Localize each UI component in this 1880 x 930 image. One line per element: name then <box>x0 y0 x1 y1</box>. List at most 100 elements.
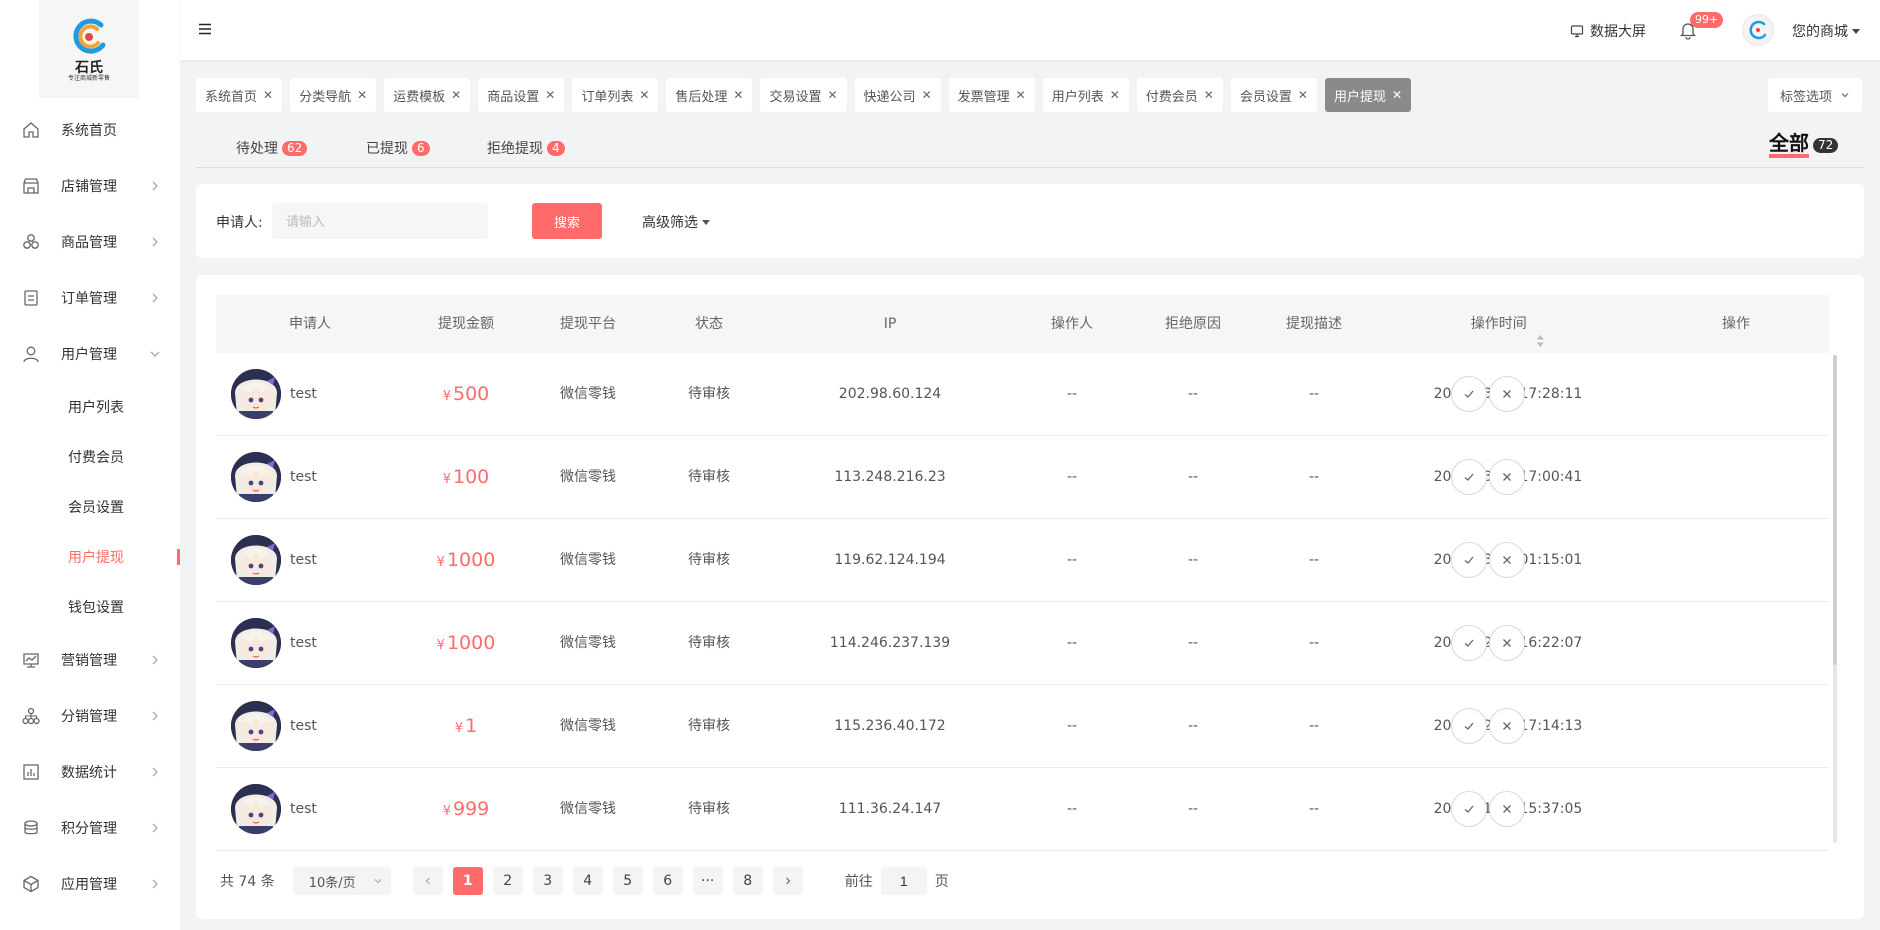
check-icon <box>1463 554 1475 566</box>
cell-platform: 微信零钱 <box>560 718 616 734</box>
sidebar-item-distribution[interactable]: 分销管理 <box>0 688 180 744</box>
sidebar-item-points[interactable]: 积分管理 <box>0 800 180 856</box>
tab-tag[interactable]: 会员设置 ✕ <box>1230 78 1317 112</box>
table-row: test¥100微信零钱待审核113.248.216.23------2025-… <box>216 436 1829 519</box>
tab-tag[interactable]: 系统首页 ✕ <box>196 78 283 112</box>
close-icon <box>1501 637 1513 649</box>
sidebar-item-label: 用户管理 <box>61 347 117 363</box>
page-size-select[interactable]: 10条/页 <box>292 867 391 895</box>
search-button[interactable]: 搜索 <box>532 203 602 239</box>
avatar[interactable] <box>1742 14 1774 46</box>
page-button[interactable]: 4 <box>572 867 603 895</box>
reject-button[interactable] <box>1489 376 1525 412</box>
sidebar-item-users[interactable]: 用户管理 <box>0 326 180 382</box>
prev-page-button[interactable] <box>412 867 443 895</box>
approve-button[interactable] <box>1451 708 1487 744</box>
advanced-filter-toggle[interactable]: 高级筛选 <box>642 212 711 232</box>
close-icon[interactable]: ✕ <box>545 88 555 102</box>
chevron-right-icon <box>148 765 162 779</box>
close-icon[interactable]: ✕ <box>1392 88 1402 102</box>
cell-platform: 微信零钱 <box>560 469 616 485</box>
sidebar-subitem-user-list[interactable]: 用户列表 <box>0 382 180 432</box>
page-button[interactable]: 6 <box>652 867 683 895</box>
close-icon[interactable]: ✕ <box>1110 88 1120 102</box>
tab-all[interactable]: 全部 72 <box>1769 132 1839 158</box>
sidebar-item-stats[interactable]: 数据统计 <box>0 744 180 800</box>
cell-reject-reason: -- <box>1187 469 1199 485</box>
tab-tag[interactable]: 交易设置 ✕ <box>760 78 847 112</box>
close-icon[interactable]: ✕ <box>733 88 743 102</box>
tab-tag[interactable]: 分类导航 ✕ <box>290 78 377 112</box>
menu-toggle-icon[interactable] <box>198 22 212 36</box>
sort-icon[interactable] <box>1536 315 1545 347</box>
sidebar-item-store[interactable]: 店铺管理 <box>0 158 180 214</box>
page-button[interactable]: 2 <box>492 867 523 895</box>
reject-button[interactable] <box>1489 625 1525 661</box>
sidebar-item-marketing[interactable]: 营销管理 <box>0 632 180 688</box>
tab-tag[interactable]: 发票管理 ✕ <box>948 78 1035 112</box>
tag-options-button[interactable]: 标签选项 <box>1768 78 1862 112</box>
sidebar-item-label: 数据统计 <box>61 765 117 781</box>
approve-button[interactable] <box>1451 625 1487 661</box>
currency-symbol: ¥ <box>442 472 452 487</box>
sidebar-item-apps[interactable]: 应用管理 <box>0 856 180 912</box>
page-button[interactable]: 3 <box>532 867 563 895</box>
close-icon[interactable]: ✕ <box>922 88 932 102</box>
tab-tag[interactable]: 运费模板 ✕ <box>384 78 471 112</box>
sidebar-subitem-paid-members[interactable]: 付费会员 <box>0 432 180 482</box>
tab-tag[interactable]: 订单列表 ✕ <box>572 78 659 112</box>
goto-page-input[interactable] <box>880 867 927 895</box>
close-icon[interactable]: ✕ <box>639 88 649 102</box>
tab-tag[interactable]: 售后处理 ✕ <box>666 78 753 112</box>
reject-button[interactable] <box>1489 708 1525 744</box>
close-icon[interactable]: ✕ <box>827 88 837 102</box>
table-scrollbar[interactable] <box>1833 355 1837 843</box>
reject-button[interactable] <box>1489 542 1525 578</box>
close-icon[interactable]: ✕ <box>451 88 461 102</box>
cell-amount: ¥1 <box>455 685 477 768</box>
approve-button[interactable] <box>1451 542 1487 578</box>
tag-label: 运费模板 <box>393 89 446 105</box>
tab-rejected[interactable]: 拒绝提现 4 <box>487 138 565 158</box>
close-icon[interactable]: ✕ <box>1016 88 1026 102</box>
approve-button[interactable] <box>1451 791 1487 827</box>
tab-pending[interactable]: 待处理 62 <box>236 138 308 158</box>
sidebar-subitem-user-withdraw[interactable]: 用户提现 <box>0 532 180 582</box>
sidebar-subitem-member-settings[interactable]: 会员设置 <box>0 482 180 532</box>
scroll-thumb[interactable] <box>1833 355 1837 665</box>
col-operation-time[interactable]: 操作时间 <box>1471 295 1545 353</box>
page-ellipsis[interactable]: ··· <box>692 867 723 895</box>
cell-applicant: test <box>290 469 317 485</box>
store-menu[interactable]: 您的商城 <box>1792 21 1861 41</box>
user-icon <box>20 343 42 365</box>
close-icon[interactable]: ✕ <box>1298 88 1308 102</box>
page-button[interactable]: 1 <box>452 867 483 895</box>
close-icon[interactable]: ✕ <box>357 88 367 102</box>
page-button[interactable]: 8 <box>732 867 763 895</box>
sidebar-item-orders[interactable]: 订单管理 <box>0 270 180 326</box>
logo[interactable]: 石氏 专注商城新零售 <box>39 0 139 98</box>
approve-button[interactable] <box>1451 459 1487 495</box>
reject-button[interactable] <box>1489 791 1525 827</box>
tab-tag[interactable]: 用户提现 ✕ <box>1324 78 1412 112</box>
cell-ip: 111.36.24.147 <box>838 801 942 817</box>
check-icon <box>1463 471 1475 483</box>
sidebar-item-home[interactable]: 系统首页 <box>0 102 180 158</box>
close-icon[interactable]: ✕ <box>263 88 273 102</box>
approve-button[interactable] <box>1451 376 1487 412</box>
sidebar-item-goods[interactable]: 商品管理 <box>0 214 180 270</box>
tab-tag[interactable]: 快递公司 ✕ <box>854 78 941 112</box>
reject-button[interactable] <box>1489 459 1525 495</box>
tab-tag[interactable]: 用户列表 ✕ <box>1042 78 1129 112</box>
applicant-search-input[interactable] <box>272 203 488 239</box>
distribution-icon <box>20 705 42 727</box>
tab-tag[interactable]: 付费会员 ✕ <box>1136 78 1223 112</box>
page-button[interactable]: 5 <box>612 867 643 895</box>
tab-tag[interactable]: 商品设置 ✕ <box>478 78 565 112</box>
data-screen-link[interactable]: 数据大屏 <box>1570 21 1646 41</box>
tab-withdrawn[interactable]: 已提现 6 <box>366 138 430 158</box>
close-icon[interactable]: ✕ <box>1204 88 1214 102</box>
cell-description: -- <box>1308 552 1320 568</box>
next-page-button[interactable] <box>772 867 803 895</box>
sidebar-subitem-wallet-settings[interactable]: 钱包设置 <box>0 582 180 632</box>
